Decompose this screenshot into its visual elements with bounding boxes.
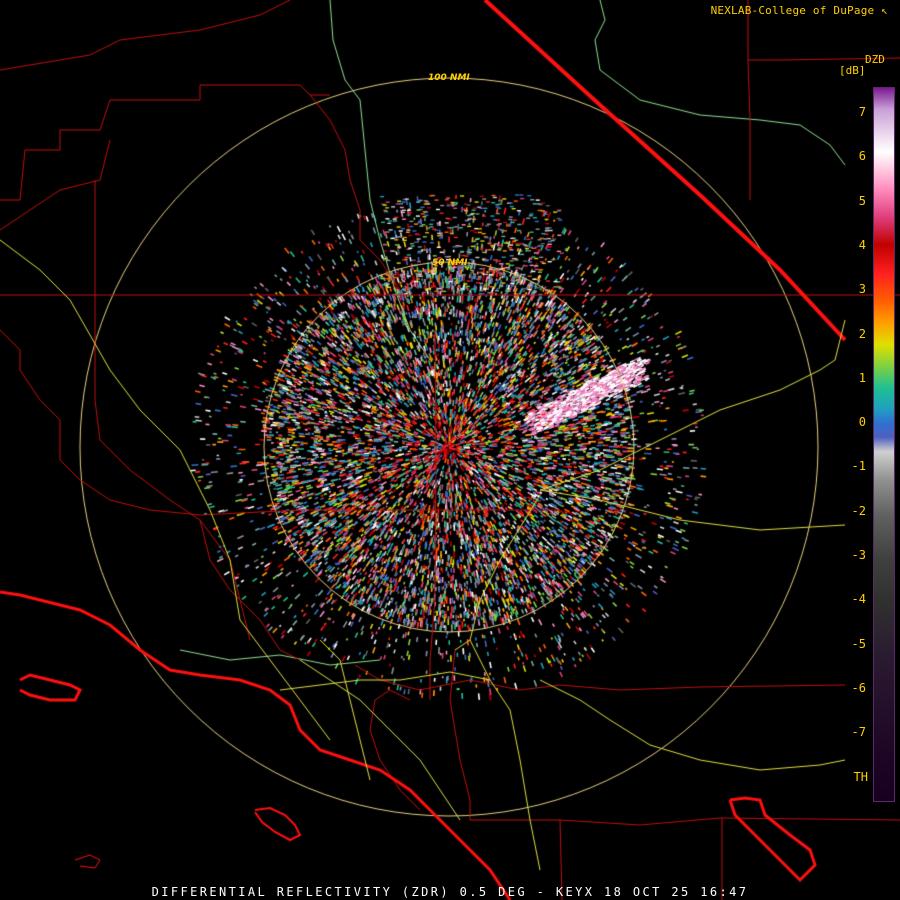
scale-tick: 4	[858, 237, 866, 252]
legend-product: DZD	[865, 53, 885, 66]
scale-tick: 6	[858, 149, 866, 164]
credit-label: NEXLAB-College of DuPage	[710, 4, 875, 17]
scale-tick: -1	[851, 459, 866, 474]
scale-tick: -2	[851, 503, 866, 518]
scale-tick: 5	[858, 193, 866, 208]
cursor-arrow-icon: ↖	[881, 4, 888, 17]
scale-tick: 7	[858, 105, 866, 119]
scale-tick: 2	[858, 326, 866, 341]
scale-tick: TH	[853, 769, 868, 784]
scale-tick: -6	[851, 680, 866, 695]
scale-tick: -3	[851, 548, 866, 562]
color-scale-bar	[873, 87, 895, 802]
scale-tick: 3	[858, 282, 866, 297]
credit-text: NEXLAB-College of DuPage ↖	[711, 4, 888, 17]
scale-tick: 1	[858, 370, 866, 385]
radar-map	[0, 0, 900, 900]
ring-label-50: 50 NMI	[432, 258, 468, 268]
scale-tick: -4	[851, 592, 866, 607]
product-caption: DIFFERENTIAL REFLECTIVITY (ZDR) 0.5 DEG …	[151, 885, 749, 899]
ring-label-100: 100 NMI	[428, 73, 470, 83]
scale-tick: -7	[851, 725, 866, 740]
scale-tick: 0	[858, 415, 866, 430]
scale-tick: -5	[851, 636, 866, 651]
legend-unit: [dB]	[839, 64, 866, 77]
